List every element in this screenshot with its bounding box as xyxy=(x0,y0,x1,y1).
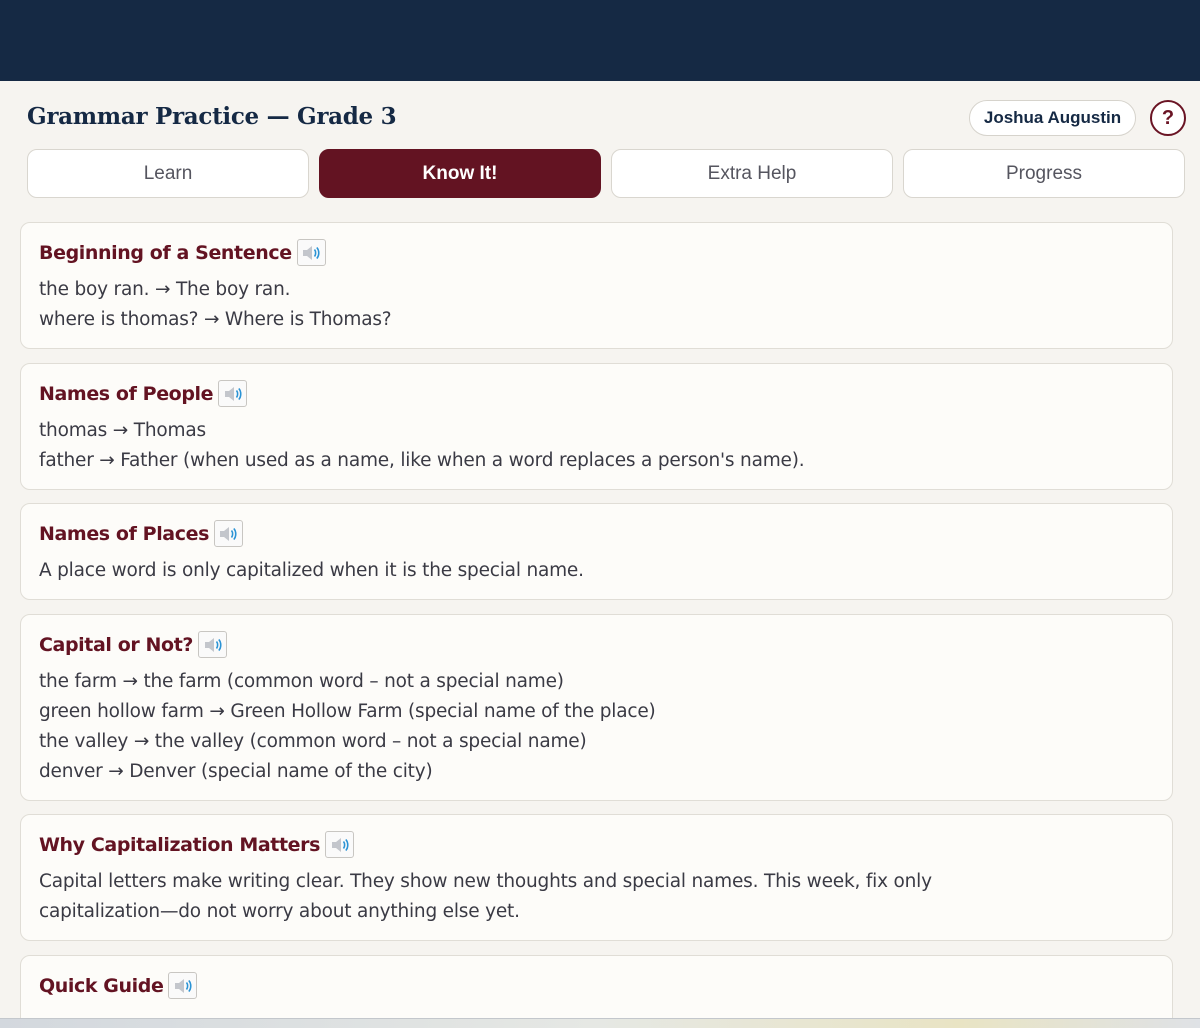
card-names-of-people: Names of People thomas → Thomas father →… xyxy=(20,363,1173,490)
card-title-text: Names of People xyxy=(39,382,214,405)
card-title-text: Quick Guide xyxy=(39,974,164,997)
card-line: thomas → Thomas xyxy=(39,420,206,441)
tab-learn[interactable]: Learn xyxy=(27,149,309,198)
top-navigation-bar xyxy=(0,0,1200,81)
card-title: Why Capitalization Matters xyxy=(39,831,355,858)
card-line: the farm → the farm (common word – not a… xyxy=(39,671,564,692)
card-beginning-of-sentence: Beginning of a Sentence the boy ran. → T… xyxy=(20,222,1173,349)
speaker-button[interactable] xyxy=(198,631,228,658)
card-title: Beginning of a Sentence xyxy=(39,239,326,266)
card-line: capitalization—do not worry about anythi… xyxy=(39,901,520,922)
card-title-text: Names of Places xyxy=(39,522,209,545)
section-tabs: Learn Know It! Extra Help Progress xyxy=(27,149,1187,199)
speaker-icon xyxy=(331,837,349,852)
speaker-button[interactable] xyxy=(296,239,326,266)
card-line: Capital letters make writing clear. They… xyxy=(39,871,932,892)
card-line: A place word is only capitalized when it… xyxy=(39,560,584,581)
speaker-button[interactable] xyxy=(168,972,198,999)
page-title: Grammar Practice — Grade 3 xyxy=(27,103,397,130)
speaker-icon xyxy=(303,245,320,260)
speaker-icon xyxy=(220,526,238,541)
card-line: green hollow farm → Green Hollow Farm (s… xyxy=(39,701,656,722)
card-why-capitalization-matters: Why Capitalization Matters Capital lette… xyxy=(20,814,1173,941)
speaker-button[interactable] xyxy=(218,380,248,407)
card-line: the valley → the valley (common word – n… xyxy=(39,731,587,752)
card-line: denver → Denver (special name of the cit… xyxy=(39,761,433,782)
card-title-text: Why Capitalization Matters xyxy=(39,833,321,856)
speaker-button[interactable] xyxy=(325,831,355,858)
card-title: Capital or Not? xyxy=(39,631,228,658)
help-button[interactable]: ? xyxy=(1150,100,1186,136)
speaker-button[interactable] xyxy=(213,520,243,547)
card-line: father → Father (when used as a name, li… xyxy=(39,450,805,471)
card-capital-or-not: Capital or Not? the farm → the farm (com… xyxy=(20,614,1173,801)
window-bottom-edge xyxy=(0,1018,1200,1028)
speaker-icon xyxy=(174,978,192,993)
tab-know-it[interactable]: Know It! xyxy=(319,149,601,198)
card-names-of-places: Names of Places A place word is only cap… xyxy=(20,503,1173,600)
user-profile-button[interactable]: Joshua Augustin xyxy=(969,100,1136,136)
tab-extra-help[interactable]: Extra Help xyxy=(611,149,893,198)
speaker-icon xyxy=(224,386,242,401)
card-line: the boy ran. → The boy ran. xyxy=(39,279,291,300)
page-header: Grammar Practice — Grade 3 Joshua August… xyxy=(0,81,1200,151)
card-title-text: Capital or Not? xyxy=(39,633,194,656)
card-title: Names of People xyxy=(39,380,248,407)
card-line: where is thomas? → Where is Thomas? xyxy=(39,309,392,330)
tab-progress[interactable]: Progress xyxy=(903,149,1185,198)
card-title: Quick Guide xyxy=(39,972,198,999)
card-title: Names of Places xyxy=(39,520,243,547)
speaker-icon xyxy=(204,637,222,652)
card-title-text: Beginning of a Sentence xyxy=(39,241,292,264)
